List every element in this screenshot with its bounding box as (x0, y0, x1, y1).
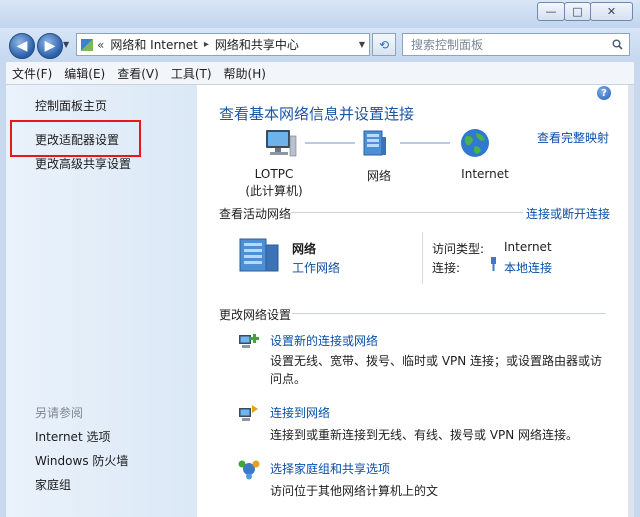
help-icon[interactable]: ? (597, 86, 611, 100)
sidebar-item-windows-firewall[interactable]: Windows 防火墙 (35, 452, 128, 469)
sidebar-item-internet-options[interactable]: Internet 选项 (35, 428, 110, 445)
address-bar[interactable]: « 网络和 Internet ▸ 网络和共享中心 ▼ (76, 33, 370, 56)
node-label: 网络 (366, 169, 391, 183)
node-sublabel: (此计算机) (245, 184, 303, 198)
recent-pages-dropdown-icon[interactable]: ▼ (63, 40, 69, 49)
minimize-icon: — (545, 5, 557, 18)
help-glyph: ? (601, 87, 607, 99)
search-placeholder: 搜索控制面板 (411, 38, 484, 52)
forward-button[interactable]: ▶ (37, 33, 63, 59)
breadcrumb-item[interactable]: 网络和 Internet (110, 36, 197, 53)
sidebar-item-homegroup[interactable]: 家庭组 (35, 476, 71, 493)
maximize-button[interactable]: □ (564, 2, 591, 21)
computer-icon (266, 130, 297, 157)
task-description: 设置无线、宽带、拨号、临时或 VPN 连接；或设置路由器或访问点。 (270, 354, 603, 386)
breadcrumb-separator-icon[interactable]: ▸ (204, 39, 209, 50)
address-chevron-icon[interactable]: « (97, 38, 104, 52)
back-arrow-icon: ◀ (16, 38, 28, 54)
network-name: 网络 (292, 242, 317, 256)
access-type-value: Internet (504, 240, 552, 254)
menu-help[interactable]: 帮助(H) (224, 65, 266, 82)
connection-line (305, 142, 355, 144)
connect-disconnect-link[interactable]: 连接或断开连接 (526, 205, 610, 222)
forward-arrow-icon: ▶ (44, 38, 56, 54)
scrollbar[interactable] (628, 85, 634, 517)
view-full-map-link[interactable]: 查看完整映射 (537, 129, 609, 146)
ethernet-icon (491, 257, 496, 271)
connection-line (400, 142, 450, 144)
homegroup-icon (238, 460, 260, 480)
menu-file[interactable]: 文件(F) (12, 65, 52, 82)
change-settings-heading: 更改网络设置 (219, 308, 292, 322)
close-button[interactable]: ✕ (590, 2, 633, 21)
menu-edit[interactable]: 编辑(E) (64, 65, 105, 82)
control-panel-icon (81, 38, 93, 51)
divider (291, 212, 523, 213)
minimize-button[interactable]: — (537, 2, 565, 21)
page-title: 查看基本网络信息并设置连接 (219, 105, 415, 123)
task-description: 连接到或重新连接到无线、有线、拨号或 VPN 网络连接。 (270, 428, 579, 442)
search-input[interactable]: 搜索控制面板 (402, 33, 630, 56)
menu-tools[interactable]: 工具(T) (171, 65, 212, 82)
sidebar-item-change-advanced-sharing[interactable]: 更改高级共享设置 (35, 155, 131, 172)
see-also-heading: 另请参阅 (35, 406, 84, 420)
network-icon (363, 130, 386, 156)
menu-view[interactable]: 查看(V) (117, 65, 159, 82)
connection-label: 连接: (432, 261, 461, 275)
local-connection-link[interactable]: 本地连接 (504, 259, 552, 276)
main-content (197, 85, 628, 517)
node-label: Internet (461, 167, 509, 181)
sidebar-item-change-adapter-settings[interactable]: 更改适配器设置 (35, 131, 119, 148)
address-dropdown-icon[interactable]: ▼ (359, 40, 365, 49)
breadcrumb-item[interactable]: 网络和共享中心 (215, 36, 299, 53)
task-setup-new-connection[interactable]: 设置新的连接或网络 (270, 332, 378, 349)
refresh-icon: ⟲ (378, 37, 390, 52)
search-icon[interactable] (612, 39, 623, 50)
task-connect-to-network[interactable]: 连接到网络 (270, 404, 330, 421)
globe-icon (461, 129, 489, 157)
back-button[interactable]: ◀ (9, 33, 35, 59)
close-icon: ✕ (606, 5, 617, 18)
task-description: 访问位于其他网络计算机上的文 (270, 484, 439, 498)
access-type-label: 访问类型: (432, 242, 485, 256)
work-network-icon (239, 238, 279, 272)
new-connection-icon (239, 334, 259, 348)
divider (292, 313, 606, 314)
network-type-link[interactable]: 工作网络 (292, 259, 340, 276)
maximize-icon: □ (572, 5, 583, 18)
node-label: LOTPC (254, 167, 294, 181)
active-networks-heading: 查看活动网络 (219, 207, 292, 221)
refresh-button[interactable]: ⟲ (372, 33, 396, 56)
connect-network-icon (239, 405, 258, 421)
menu-bar: 文件(F) 编辑(E) 查看(V) 工具(T) 帮助(H) (6, 62, 634, 85)
task-homegroup-sharing[interactable]: 选择家庭组和共享选项 (270, 460, 390, 477)
sidebar-item-control-panel-home[interactable]: 控制面板主页 (35, 97, 107, 114)
divider (422, 232, 423, 284)
